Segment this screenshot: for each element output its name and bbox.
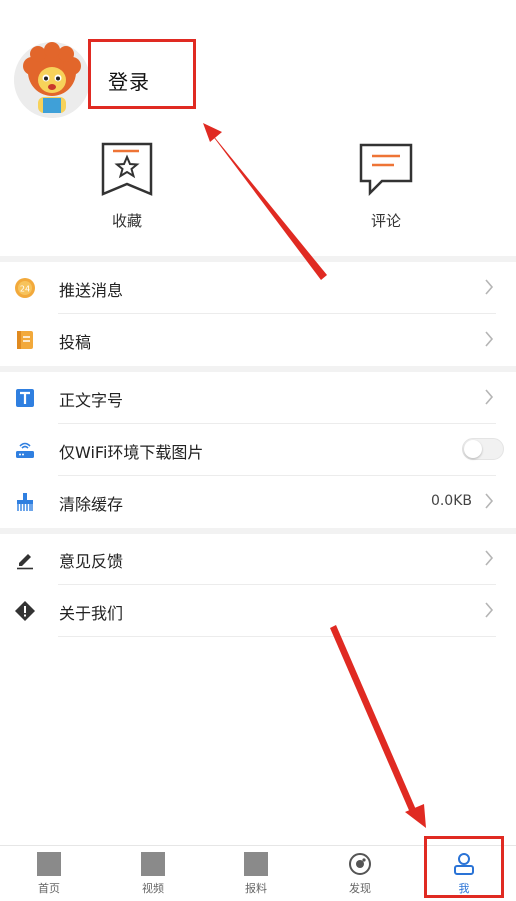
compass-icon	[348, 852, 372, 876]
tab-home[interactable]: 首页	[14, 852, 84, 896]
report-icon	[244, 852, 268, 876]
tab-video[interactable]: 视频	[118, 852, 188, 896]
arrow-to-login	[203, 123, 327, 280]
annotation-arrows	[203, 123, 426, 828]
tab-label: 视频	[142, 882, 164, 895]
tab-discover[interactable]: 发现	[325, 852, 395, 896]
me-tab-highlight-box	[424, 836, 504, 898]
tab-report[interactable]: 报料	[221, 852, 291, 896]
tab-label: 首页	[38, 882, 60, 895]
tab-label: 发现	[349, 882, 371, 895]
arrow-to-me-tab	[330, 625, 417, 815]
video-icon	[141, 852, 165, 876]
tab-label: 报料	[245, 882, 267, 895]
home-icon	[37, 852, 61, 876]
